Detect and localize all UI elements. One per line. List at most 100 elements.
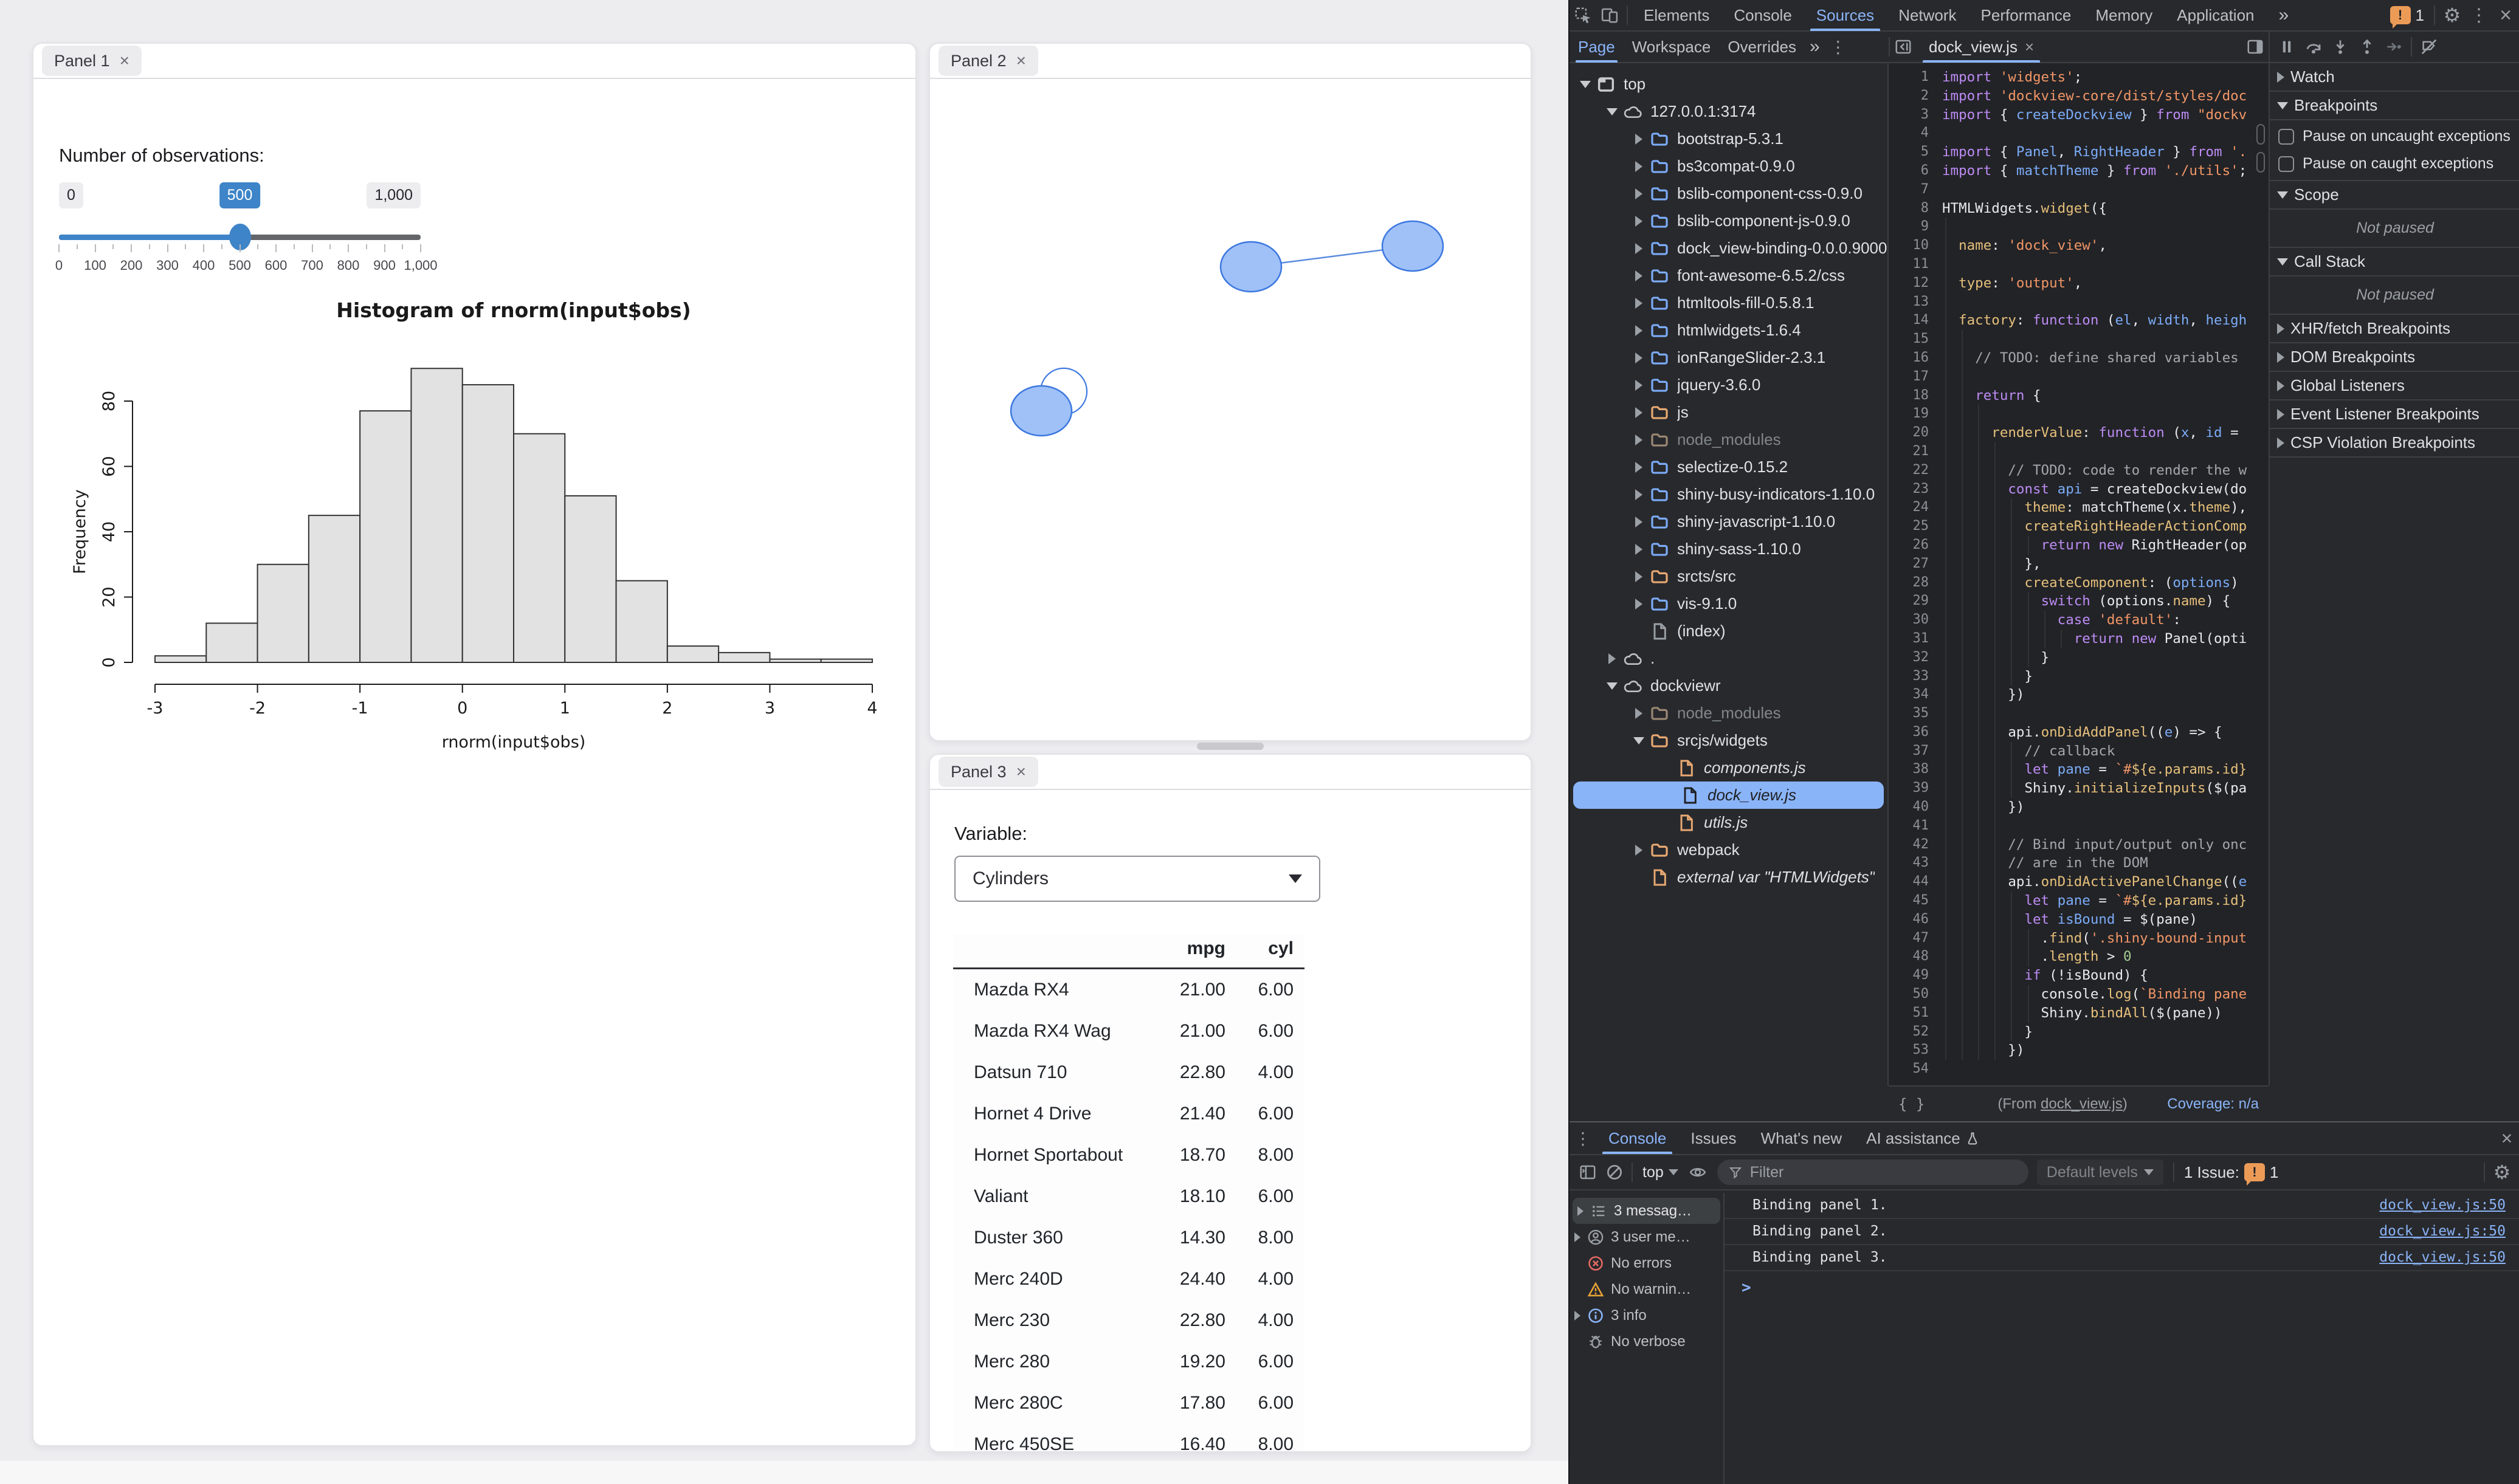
close-devtools-icon[interactable]: ×: [2492, 2, 2519, 29]
tree-item[interactable]: font-awesome-6.5.2/css: [1570, 262, 1887, 289]
inspect-element-button[interactable]: [1570, 2, 1596, 29]
nav-kebab-icon[interactable]: ⋮: [1825, 33, 1852, 60]
section-global-listeners[interactable]: Global Listeners: [2270, 372, 2519, 400]
step-into-button[interactable]: [2327, 33, 2354, 60]
log-levels-dropdown[interactable]: Default levels: [2037, 1159, 2163, 1185]
tree-item[interactable]: bs3compat-0.9.0: [1570, 153, 1887, 180]
console-prompt[interactable]: >: [1725, 1271, 2519, 1296]
tree-expander[interactable]: [1628, 599, 1650, 610]
tree-expander[interactable]: [1628, 243, 1650, 254]
observations-slider[interactable]: 0 500 1,000 0100200300400500600700800900…: [59, 176, 421, 267]
tree-expander[interactable]: [1628, 298, 1650, 309]
settings-gear-icon[interactable]: ⚙: [2439, 2, 2466, 29]
tree-item[interactable]: top: [1570, 70, 1887, 98]
code-editor[interactable]: 1234567891011121314151617181920212223242…: [1889, 63, 2269, 1085]
console-filter-list[interactable]: 3 messag…: [1573, 1198, 1720, 1224]
tree-expander[interactable]: [1628, 489, 1650, 500]
tree-expander[interactable]: [1628, 407, 1650, 418]
checkbox[interactable]: [2278, 129, 2294, 145]
tree-item[interactable]: htmlwidgets-1.6.4: [1570, 317, 1887, 344]
tree-item[interactable]: shiny-sass-1.10.0: [1570, 535, 1887, 563]
tree-expander[interactable]: [1628, 270, 1650, 281]
nav-more-tabs-button[interactable]: »: [1805, 31, 1825, 63]
deactivate-breakpoints-button[interactable]: [2416, 33, 2442, 60]
message-source-link[interactable]: dock_view.js:50: [2379, 1225, 2506, 1238]
drawer-tab-what-s-new[interactable]: What's new: [1749, 1122, 1855, 1154]
tree-item[interactable]: bootstrap-5.3.1: [1570, 125, 1887, 153]
format-braces-icon[interactable]: { }: [1898, 1096, 1925, 1113]
network-node[interactable]: [1382, 221, 1443, 271]
message-source-link[interactable]: dock_view.js:50: [2379, 1251, 2506, 1265]
tree-item[interactable]: jquery-3.6.0: [1570, 371, 1887, 399]
panel-1-close-icon[interactable]: ×: [120, 51, 129, 70]
show-console-sidebar-button[interactable]: [1574, 1159, 1601, 1186]
file-tab-close-icon[interactable]: ×: [2025, 38, 2034, 57]
tree-expander[interactable]: [1628, 737, 1650, 744]
checkbox-row[interactable]: Pause on caught exceptions: [2270, 150, 2519, 177]
network-node[interactable]: [1221, 242, 1281, 292]
tree-item[interactable]: dock_view.js: [1573, 782, 1884, 809]
tree-expander[interactable]: [1601, 653, 1623, 664]
console-filter-warning[interactable]: No warnin…: [1570, 1276, 1723, 1302]
tree-expander[interactable]: [1628, 517, 1650, 527]
tree-item[interactable]: vis-9.1.0: [1570, 590, 1887, 617]
tree-item[interactable]: .: [1570, 645, 1887, 672]
console-issues-badge[interactable]: 1 Issue:!1: [2184, 1163, 2279, 1182]
live-expression-button[interactable]: [1684, 1159, 1711, 1186]
tree-item[interactable]: dockviewr: [1570, 672, 1887, 699]
tree-expander[interactable]: [1628, 571, 1650, 582]
tree-item[interactable]: selectize-0.15.2: [1570, 453, 1887, 481]
section-dom-breakpoints[interactable]: DOM Breakpoints: [2270, 343, 2519, 372]
console-filter-input[interactable]: Filter: [1717, 1159, 2028, 1185]
tree-expander[interactable]: [1601, 682, 1623, 690]
coverage-link[interactable]: Coverage: n/a: [2167, 1096, 2259, 1113]
tree-expander[interactable]: [1601, 108, 1623, 115]
panel-2-tab[interactable]: Panel 2 ×: [939, 46, 1038, 76]
console-settings-gear-icon[interactable]: ⚙: [2489, 1159, 2515, 1186]
tab-application[interactable]: Application: [2165, 0, 2266, 31]
tree-expander[interactable]: [1628, 325, 1650, 336]
nav-tab-workspace[interactable]: Workspace: [1624, 31, 1720, 63]
tree-item[interactable]: js: [1570, 399, 1887, 426]
nav-tab-overrides[interactable]: Overrides: [1719, 31, 1805, 63]
drawer-tab-issues[interactable]: Issues: [1678, 1122, 1748, 1154]
tree-expander[interactable]: [1628, 216, 1650, 227]
console-filter-error[interactable]: No errors: [1570, 1250, 1723, 1276]
clear-console-button[interactable]: [1601, 1159, 1628, 1186]
tree-item[interactable]: srcts/src: [1570, 563, 1887, 590]
tree-item[interactable]: htmltools-fill-0.5.8.1: [1570, 289, 1887, 317]
tree-item[interactable]: webpack: [1570, 836, 1887, 864]
pause-script-button[interactable]: [2273, 33, 2300, 60]
tree-item[interactable]: components.js: [1570, 754, 1887, 782]
section-csp-violation-breakpoints[interactable]: CSP Violation Breakpoints: [2270, 429, 2519, 458]
tree-item[interactable]: (index): [1570, 617, 1887, 645]
tab-sources[interactable]: Sources: [1804, 0, 1886, 31]
tree-expander[interactable]: [1628, 134, 1650, 145]
tree-expander[interactable]: [1628, 435, 1650, 445]
tree-item[interactable]: bslib-component-js-0.9.0: [1570, 207, 1887, 235]
checkbox[interactable]: [2278, 156, 2294, 172]
editor-code[interactable]: import 'widgets';import 'dockview-core/d…: [1937, 63, 2269, 1085]
nav-tab-page[interactable]: Page: [1570, 31, 1624, 63]
section-scope[interactable]: Scope: [2270, 181, 2519, 210]
drawer-tab-console[interactable]: Console: [1596, 1122, 1678, 1154]
tree-expander[interactable]: [1628, 708, 1650, 719]
drawer-tab-ai-assistance[interactable]: AI assistance: [1854, 1122, 1992, 1154]
close-drawer-icon[interactable]: ×: [2493, 1125, 2519, 1152]
variable-select[interactable]: Cylinders: [954, 856, 1320, 902]
panel-3-tab[interactable]: Panel 3 ×: [939, 757, 1038, 787]
tree-item[interactable]: shiny-busy-indicators-1.10.0: [1570, 481, 1887, 508]
tree-item[interactable]: dock_view-binding-0.0.0.9000: [1570, 235, 1887, 262]
message-source-link[interactable]: dock_view.js:50: [2379, 1198, 2506, 1212]
console-filter-info[interactable]: 3 info: [1570, 1302, 1723, 1328]
toggle-debugger-sidebar-button[interactable]: [2242, 33, 2269, 60]
panel-3-close-icon[interactable]: ×: [1016, 762, 1026, 782]
tree-item[interactable]: utils.js: [1570, 809, 1887, 836]
tree-item[interactable]: node_modules: [1570, 699, 1887, 727]
tree-item[interactable]: external var "HTMLWidgets": [1570, 864, 1887, 891]
tree-item[interactable]: shiny-javascript-1.10.0: [1570, 508, 1887, 535]
from-file-link[interactable]: dock_view.js: [2041, 1096, 2123, 1112]
tree-expander[interactable]: [1628, 462, 1650, 473]
network-graph[interactable]: [930, 80, 1531, 741]
tree-item[interactable]: srcjs/widgets: [1570, 727, 1887, 754]
